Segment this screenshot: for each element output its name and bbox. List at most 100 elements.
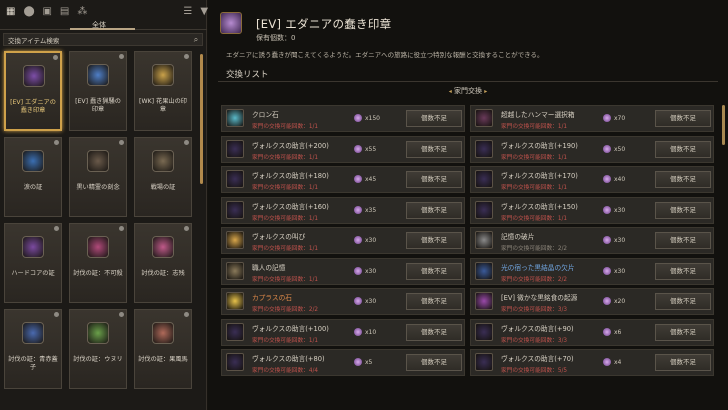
favorite-marker-icon[interactable] xyxy=(184,312,189,317)
item-card[interactable]: [WK] 花果山の印 章 xyxy=(134,51,192,131)
favorite-marker-icon[interactable] xyxy=(54,226,59,231)
reward-item-icon[interactable] xyxy=(475,231,493,249)
cost-amount: x30 xyxy=(614,267,626,275)
grid-icon[interactable]: ▦ xyxy=(6,6,15,17)
reward-item-icon[interactable] xyxy=(226,353,244,371)
exchange-button[interactable]: 個数不足 xyxy=(406,323,462,341)
reward-item-icon[interactable] xyxy=(226,322,244,341)
item-card[interactable]: 討伐の証：果風馬 xyxy=(134,309,192,389)
exchange-button[interactable]: 個数不足 xyxy=(655,232,711,249)
seal-cost-icon xyxy=(603,236,611,244)
item-card[interactable]: [EV] 蠢き猟騒の 印章 xyxy=(69,51,127,131)
favorite-marker-icon[interactable] xyxy=(119,226,124,231)
category-label: 家門交換 xyxy=(454,87,482,95)
favorite-marker-icon[interactable] xyxy=(53,55,58,60)
cost-amount: x30 xyxy=(614,237,626,244)
search-icon[interactable]: ⌕ xyxy=(190,35,202,45)
item-card[interactable]: 討伐の証：青赤蓋 子 xyxy=(4,309,62,389)
favorite-marker-icon[interactable] xyxy=(54,140,59,145)
item-card-label: 討伐の証：不可殺 xyxy=(73,270,123,277)
item-card[interactable]: [EV] エダニアの 蠢き印章 xyxy=(4,51,62,131)
exchange-button[interactable]: 個数不足 xyxy=(655,354,711,371)
search-input[interactable]: 交換アイテム検索 xyxy=(4,35,190,45)
item-card[interactable]: 黒い精霊の刻念 xyxy=(69,137,127,217)
right-scrollbar[interactable] xyxy=(722,105,725,145)
item-card-label: ハードコアの証 xyxy=(11,270,55,277)
item-icon xyxy=(23,65,45,87)
search-box[interactable]: 交換アイテム検索 ⌕ xyxy=(3,33,203,46)
exchange-button[interactable]: 個数不足 xyxy=(655,140,711,158)
cost-amount: x70 xyxy=(614,115,626,122)
favorite-marker-icon[interactable] xyxy=(119,140,124,145)
reward-item-icon[interactable] xyxy=(226,292,244,310)
reward-item-icon[interactable] xyxy=(475,261,493,280)
exchange-limit: 家門の交換可能回数：3/3 xyxy=(501,337,568,344)
reward-item-icon[interactable] xyxy=(475,292,493,310)
pin-icon[interactable]: ⬤ xyxy=(23,6,34,17)
seal-cost-icon xyxy=(603,358,611,366)
tab-row: 全体 xyxy=(0,20,207,30)
exchange-limit: 家門の交換可能回数：1/1 xyxy=(252,276,319,283)
favorite-marker-icon[interactable] xyxy=(54,312,59,317)
reward-item-icon[interactable] xyxy=(475,170,493,188)
seal-cost-icon xyxy=(603,297,611,305)
filter-icon[interactable]: ▼ xyxy=(200,6,208,17)
exchange-button[interactable]: 個数不足 xyxy=(655,293,711,310)
exchange-button[interactable]: 個数不足 xyxy=(406,201,462,219)
left-scrollbar[interactable] xyxy=(200,54,203,184)
exchange-button[interactable]: 個数不足 xyxy=(406,262,462,280)
reward-item-icon[interactable] xyxy=(226,200,244,219)
chest-icon[interactable]: ▣ xyxy=(42,6,51,17)
exchange-button[interactable]: 個数不足 xyxy=(655,323,711,341)
share-icon[interactable]: ⁂ xyxy=(77,6,87,17)
reward-item-name: カプラスの石 xyxy=(252,294,292,302)
exchange-button[interactable]: 個数不足 xyxy=(655,171,711,188)
item-card[interactable]: 戦場の証 xyxy=(134,137,192,217)
reward-item-icon[interactable] xyxy=(226,170,244,188)
top-toolbar: ▦ ⬤ ▣ ▤ ⁂ ☰ ▼ xyxy=(0,0,208,22)
seal-cost-icon xyxy=(354,236,362,244)
exchange-button[interactable]: 個数不足 xyxy=(406,232,462,249)
reward-item-icon[interactable] xyxy=(226,231,244,249)
reward-item-icon[interactable] xyxy=(475,322,493,341)
favorite-marker-icon[interactable] xyxy=(184,226,189,231)
favorite-marker-icon[interactable] xyxy=(119,312,124,317)
item-icon xyxy=(152,150,174,172)
reward-item-name: ヴォルクスの助言(+70) xyxy=(501,355,574,363)
exchange-button[interactable]: 個数不足 xyxy=(406,354,462,371)
item-card-label: [EV] 蠢き猟騒の 印章 xyxy=(75,98,121,113)
seal-cost-icon xyxy=(603,205,611,214)
exchange-button[interactable]: 個数不足 xyxy=(655,110,711,127)
reward-item-icon[interactable] xyxy=(226,109,244,127)
favorite-marker-icon[interactable] xyxy=(184,54,189,59)
seal-cost-icon xyxy=(603,175,611,183)
exchange-row: ヴォルクスの助言(+150) 家門の交換可能回数：1/1 x30 個数不足 xyxy=(470,196,714,224)
sort-icon[interactable]: ☰ xyxy=(183,6,192,17)
item-icon xyxy=(152,236,174,258)
reward-item-icon[interactable] xyxy=(226,261,244,280)
cost-amount: x40 xyxy=(614,176,626,183)
reward-item-icon[interactable] xyxy=(475,139,493,158)
reward-item-icon[interactable] xyxy=(475,109,493,127)
item-card[interactable]: 涙の証 xyxy=(4,137,62,217)
item-card[interactable]: 討伐の証：ウヌリ xyxy=(69,309,127,389)
exchange-button[interactable]: 個数不足 xyxy=(406,140,462,158)
exchange-button[interactable]: 個数不足 xyxy=(655,262,711,280)
calendar-icon[interactable]: ▤ xyxy=(60,6,69,17)
item-card[interactable]: 討伐の証：志残 xyxy=(134,223,192,303)
favorite-marker-icon[interactable] xyxy=(119,54,124,59)
category-header[interactable]: ◂ 家門交換 ▸ xyxy=(218,86,718,100)
exchange-button[interactable]: 個数不足 xyxy=(655,201,711,219)
seal-cost-icon xyxy=(603,144,611,153)
item-card[interactable]: 討伐の証：不可殺 xyxy=(69,223,127,303)
reward-item-icon[interactable] xyxy=(226,139,244,158)
exchange-button[interactable]: 個数不足 xyxy=(406,293,462,310)
favorite-marker-icon[interactable] xyxy=(184,140,189,145)
exchange-button[interactable]: 個数不足 xyxy=(406,171,462,188)
reward-item-icon[interactable] xyxy=(475,200,493,219)
reward-item-icon[interactable] xyxy=(475,353,493,371)
exchange-button[interactable]: 個数不足 xyxy=(406,110,462,127)
item-card[interactable]: ハードコアの証 xyxy=(4,223,62,303)
reward-item-name: ヴォルクスの助言(+150) xyxy=(501,202,578,211)
cost-amount: x30 xyxy=(614,206,626,214)
